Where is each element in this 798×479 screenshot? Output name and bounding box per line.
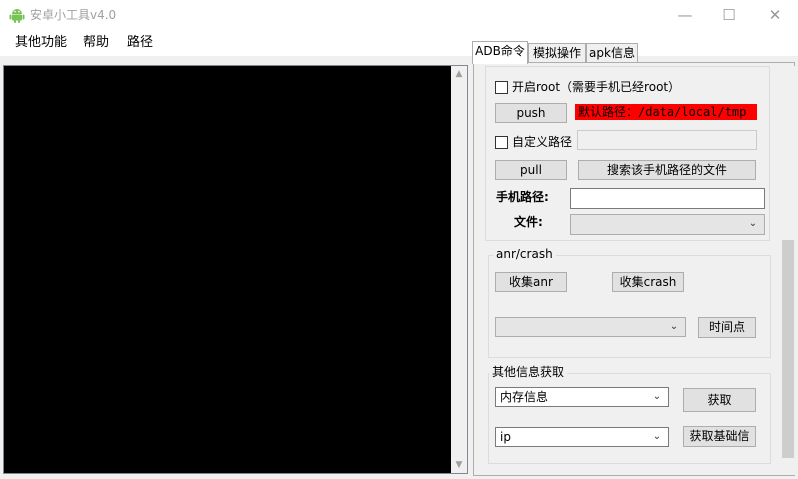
ip-combo-value: ip — [500, 430, 511, 444]
push-button[interactable]: push — [495, 103, 567, 123]
menu-other-functions[interactable]: 其他功能 — [15, 34, 67, 52]
anr-crash-group — [488, 255, 771, 358]
maximize-button[interactable]: ☐ — [706, 0, 752, 30]
tab-apk-info[interactable]: apk信息 — [586, 43, 638, 63]
tab-adb-commands[interactable]: ADB命令 — [472, 41, 528, 64]
custom-path-input[interactable] — [577, 130, 757, 150]
other-info-group-title: 其他信息获取 — [489, 365, 568, 379]
time-combo[interactable]: ⌄ — [495, 317, 686, 337]
custom-path-label: 自定义路径 — [512, 135, 573, 149]
menu-bar — [0, 30, 798, 56]
panel-scroll-thumb[interactable] — [782, 240, 794, 458]
menu-help[interactable]: 帮助 — [83, 34, 109, 52]
get-basic-info-button[interactable]: 获取基础信 — [683, 426, 756, 447]
minimize-button[interactable]: — — [662, 0, 708, 30]
menu-path[interactable]: 路径 — [127, 34, 153, 52]
ip-combo[interactable]: ip ⌄ — [495, 427, 669, 447]
search-phone-path-button[interactable]: 搜索该手机路径的文件 — [578, 160, 756, 180]
chevron-down-icon[interactable]: ⌄ — [668, 319, 680, 335]
get-info-button[interactable]: 获取 — [683, 388, 756, 412]
pull-button[interactable]: pull — [495, 160, 567, 180]
console-output[interactable] — [3, 65, 468, 474]
collect-anr-button[interactable]: 收集anr — [495, 272, 567, 292]
scroll-up-icon[interactable]: ▲ — [451, 66, 467, 82]
root-checkbox[interactable] — [495, 81, 508, 94]
file-combo[interactable]: ⌄ — [570, 214, 765, 235]
chevron-down-icon[interactable]: ⌄ — [651, 389, 663, 405]
default-path-display: 默认路径：/data/local/tmp — [575, 104, 757, 120]
phone-path-label: 手机路径: — [496, 190, 549, 204]
chevron-down-icon[interactable]: ⌄ — [747, 216, 759, 232]
tab-simulate-operations[interactable]: 模拟操作 — [528, 43, 586, 63]
console-scrollbar[interactable]: ▲ ▼ — [451, 66, 467, 473]
chevron-down-icon[interactable]: ⌄ — [651, 429, 663, 445]
info-type-combo-value: 内存信息 — [500, 390, 549, 404]
collect-crash-button[interactable]: 收集crash — [612, 272, 684, 292]
android-icon — [9, 9, 25, 23]
window-title: 安卓小工具v4.0 — [30, 8, 117, 22]
time-point-button[interactable]: 时间点 — [698, 317, 756, 338]
file-label: 文件: — [514, 215, 543, 229]
anr-crash-group-title: anr/crash — [493, 247, 556, 261]
custom-path-checkbox[interactable] — [495, 136, 508, 149]
phone-path-input[interactable] — [570, 188, 765, 209]
close-button[interactable]: ✕ — [752, 0, 798, 30]
info-type-combo[interactable]: 内存信息 ⌄ — [495, 387, 669, 407]
root-checkbox-label: 开启root（需要手机已经root） — [512, 80, 681, 94]
scroll-down-icon[interactable]: ▼ — [451, 457, 467, 473]
